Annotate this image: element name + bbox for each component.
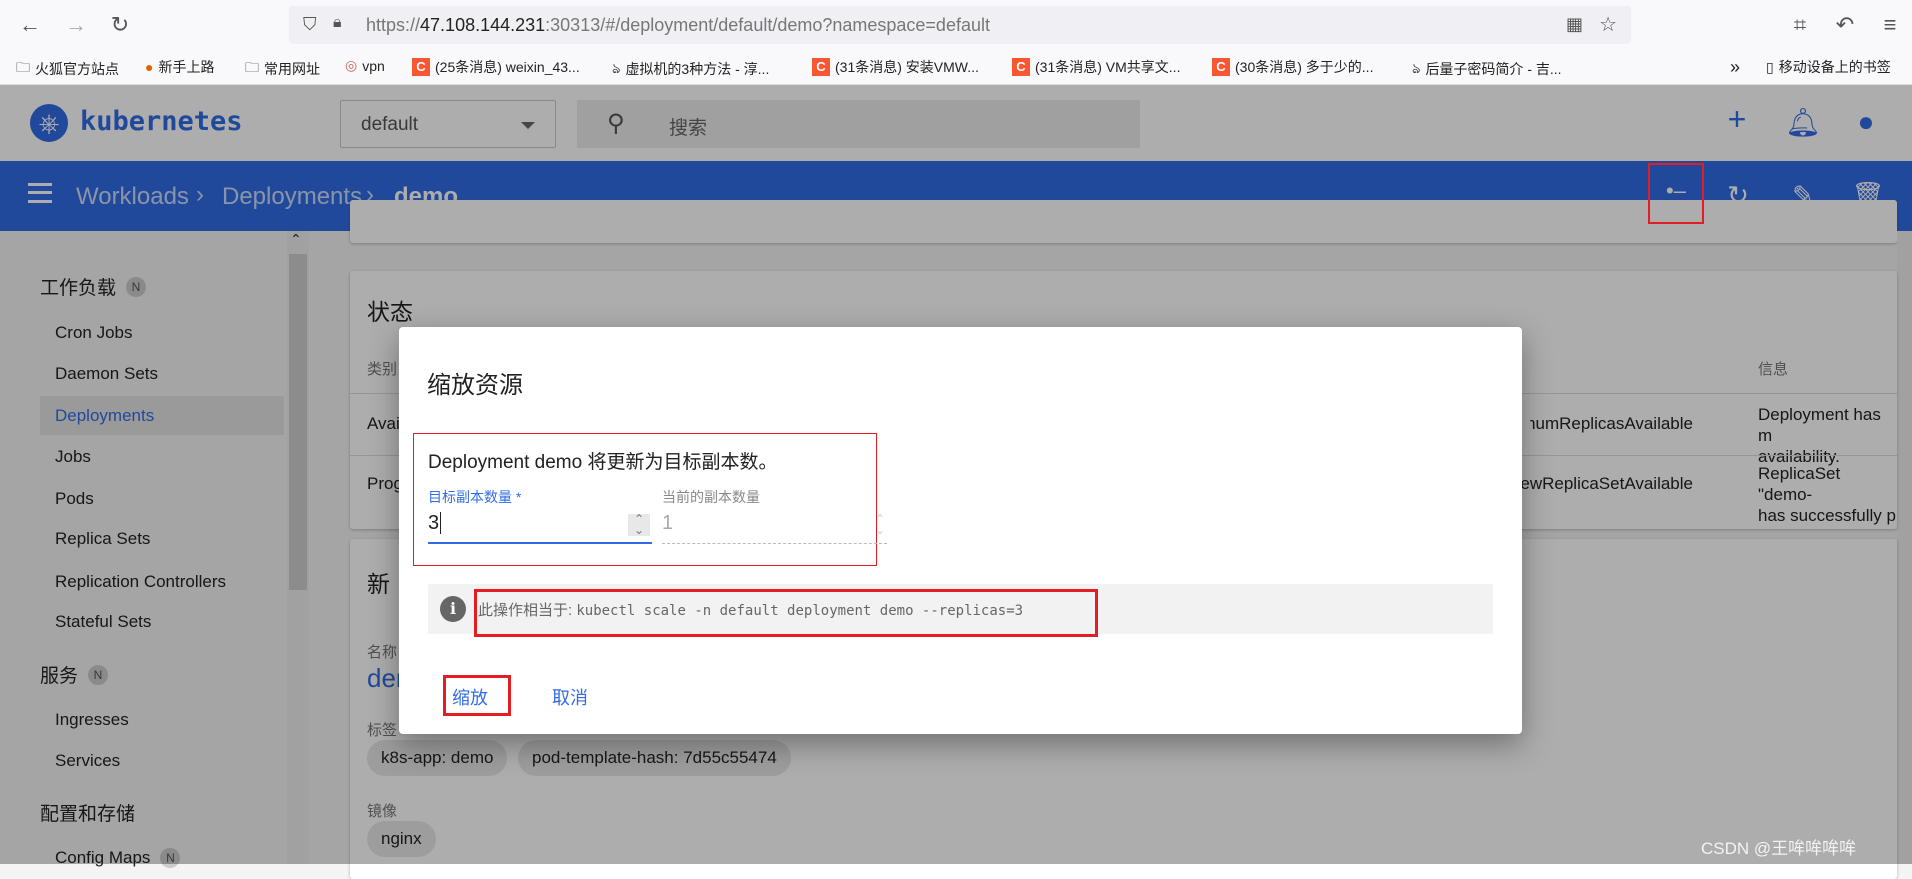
folder-icon: 🗀 bbox=[16, 59, 30, 75]
spinner-icon: ⌃ ⌄ bbox=[874, 512, 885, 537]
qr-icon[interactable]: ▦ bbox=[1566, 14, 1583, 35]
current-replicas-input: 1 ⌃ ⌄ bbox=[662, 512, 887, 544]
csdn-icon: C bbox=[812, 58, 830, 76]
dialog-description: Deployment demo 将更新为目标副本数。 bbox=[428, 452, 778, 473]
highlight-scale-overlay bbox=[1648, 163, 1704, 224]
url-text[interactable]: https://47.108.144.231:30313/#/deploymen… bbox=[366, 15, 990, 36]
bookmark-label: vpn bbox=[362, 57, 385, 74]
shield-icon[interactable]: ⛉ bbox=[303, 14, 317, 35]
bird-icon: ঌ bbox=[612, 60, 621, 76]
dialog-title: 缩放资源 bbox=[427, 372, 523, 399]
url-scheme: https:// bbox=[366, 15, 421, 35]
reload-icon[interactable]: ↻ bbox=[106, 12, 134, 38]
chevron-double-icon: » bbox=[1730, 57, 1741, 77]
browser-toolbar: ← → ↻ ⛉ 🔒︎ https://47.108.144.231:30313/… bbox=[0, 0, 1912, 85]
back-icon[interactable]: ← bbox=[16, 12, 44, 38]
current-replicas-label: 当前的副本数量 bbox=[662, 489, 760, 505]
url-host: 47.108.144.231 bbox=[420, 15, 546, 35]
input-value: 1 bbox=[662, 512, 674, 534]
bookmark-label: (31条消息) VM共享文... bbox=[1035, 59, 1181, 75]
bookmark[interactable]: ● 新手上路 bbox=[145, 57, 214, 77]
crop-icon[interactable]: ⌗ bbox=[1786, 12, 1814, 38]
star-icon[interactable]: ☆ bbox=[1599, 12, 1617, 37]
bookmark-label: 火狐官方站点 bbox=[35, 61, 119, 77]
csdn-icon: C bbox=[1012, 58, 1030, 76]
bookmark-label: 新手上路 bbox=[158, 59, 215, 75]
lock-icon[interactable]: 🔒︎ bbox=[333, 14, 342, 32]
spinner-icon[interactable]: ⌃ ⌄ bbox=[628, 513, 650, 536]
cancel-button[interactable]: 取消 bbox=[550, 682, 590, 712]
scale-dialog: 缩放资源 Deployment demo 将更新为目标副本数。 目标副本数量 *… bbox=[399, 327, 1522, 734]
vpn-icon: ◎ bbox=[345, 57, 358, 73]
bookmark[interactable]: 🗀 常用网址 bbox=[245, 57, 320, 81]
target-replicas-label: 目标副本数量 * bbox=[428, 489, 522, 505]
undo-icon[interactable]: ↶ bbox=[1831, 12, 1859, 38]
folder-icon: 🗀 bbox=[245, 59, 259, 75]
firefox-icon: ● bbox=[145, 59, 154, 75]
info-icon: i bbox=[440, 596, 466, 622]
mobile-bookmarks[interactable]: ▯ 移动设备上的书签 bbox=[1766, 57, 1891, 77]
forward-icon[interactable]: → bbox=[62, 12, 90, 38]
target-replicas-input[interactable]: 3 ⌃ ⌄ bbox=[428, 512, 652, 544]
scale-button[interactable]: 缩放 bbox=[450, 682, 490, 712]
bookmark[interactable]: C (30条消息) 多于少的... bbox=[1212, 57, 1373, 77]
bookmark-label: (31条消息) 安装VMW... bbox=[835, 59, 979, 75]
bookmark-label: 后量子密码简介 - 吉... bbox=[1425, 61, 1562, 77]
bird-icon: ঌ bbox=[1412, 60, 1421, 76]
csdn-watermark: CSDN @王哞哞哞哞 bbox=[1701, 839, 1857, 858]
bookmark-label: 常用网址 bbox=[264, 61, 320, 77]
bookmark[interactable]: C (31条消息) VM共享文... bbox=[1012, 57, 1180, 77]
highlight-command bbox=[474, 589, 1098, 637]
bookmark-label: 移动设备上的书签 bbox=[1778, 59, 1891, 75]
bookmark[interactable]: ঌ 后量子密码简介 - 吉... bbox=[1412, 57, 1562, 81]
url-path: :30313/#/deployment/default/demo?namespa… bbox=[545, 15, 990, 35]
bookmark[interactable]: 🗀 火狐官方站点 bbox=[16, 57, 119, 81]
more-bookmarks-button[interactable]: » bbox=[1730, 57, 1740, 78]
bookmark-label: 虚拟机的3种方法 - 淳... bbox=[625, 61, 770, 77]
bookmark[interactable]: C (25条消息) weixin_43... bbox=[412, 57, 580, 77]
bookmark[interactable]: ঌ 虚拟机的3种方法 - 淳... bbox=[612, 57, 769, 81]
bookmark[interactable]: ◎ vpn bbox=[345, 57, 385, 74]
bookmark-label: (25条消息) weixin_43... bbox=[435, 59, 580, 75]
phone-icon: ▯ bbox=[1766, 58, 1774, 75]
csdn-icon: C bbox=[1212, 58, 1230, 76]
menu-icon[interactable]: ≡ bbox=[1876, 12, 1904, 38]
address-bar[interactable]: ⛉ 🔒︎ https://47.108.144.231:30313/#/depl… bbox=[289, 6, 1631, 44]
bookmark[interactable]: C (31条消息) 安装VMW... bbox=[812, 57, 979, 77]
input-value: 3 bbox=[428, 512, 442, 534]
csdn-icon: C bbox=[412, 58, 430, 76]
bookmark-label: (30条消息) 多于少的... bbox=[1235, 59, 1374, 75]
